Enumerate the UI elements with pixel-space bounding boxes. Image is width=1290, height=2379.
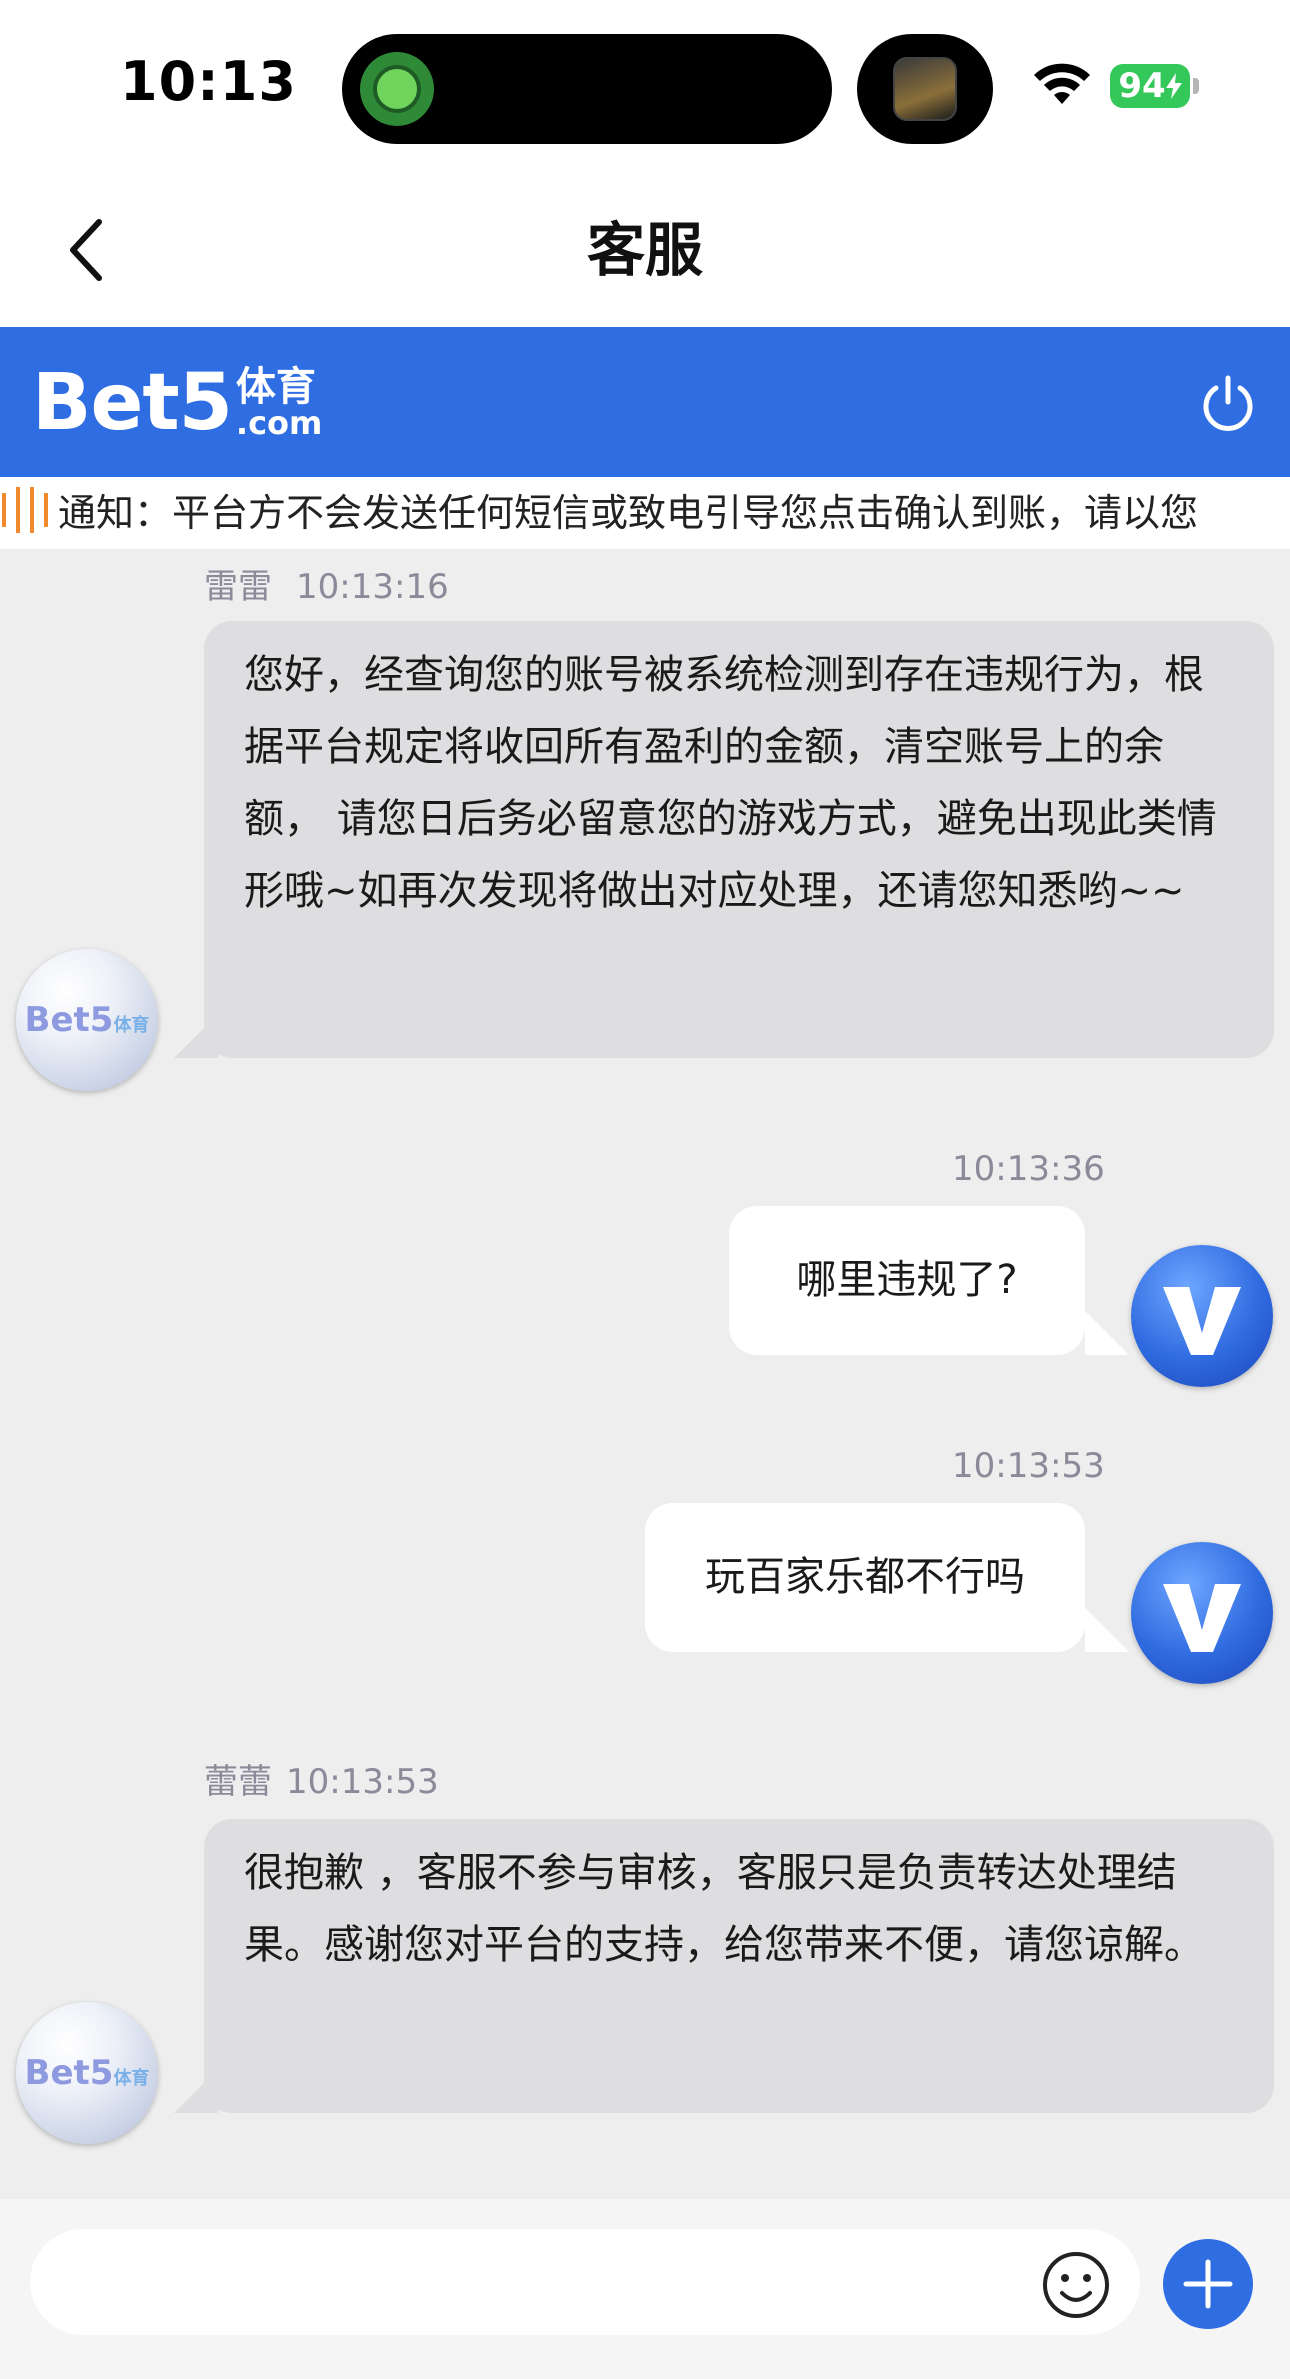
logo-main-text: Bet5	[32, 358, 233, 448]
battery-cap	[1193, 78, 1199, 94]
message-bubble-incoming: 很抱歉 ，客服不参与审核，客服只是负责转达处理结果。感谢您对平台的支持，给您带来…	[204, 1819, 1274, 2113]
page-title: 客服	[586, 216, 703, 284]
agent-avatar: Bet5体育	[16, 949, 158, 1091]
message-meta: 雷雷 10:13:16	[204, 559, 449, 608]
sender-name: 雷雷	[204, 567, 272, 607]
message-time: 10:13:53	[952, 1446, 1105, 1486]
message-text: 您好，经查询您的账号被系统检测到存在违规行为，根据平台规定将收回所有盈利的金额，…	[244, 652, 1217, 914]
nav-bar: 客服	[0, 175, 1290, 327]
notice-bars-icon	[2, 487, 48, 533]
message-time: 10:13:36	[952, 1149, 1105, 1189]
chat-area[interactable]: 雷雷 10:13:16 您好，经查询您的账号被系统检测到存在违规行为，根据平台规定…	[0, 549, 1290, 2199]
message-bubble-incoming: 您好，经查询您的账号被系统检测到存在违规行为，根据平台规定将收回所有盈利的金额，…	[204, 621, 1274, 1058]
bubble-tail	[1085, 1608, 1129, 1652]
back-button[interactable]	[40, 205, 130, 295]
battery-level: 94	[1118, 66, 1166, 106]
live-activity-icon	[360, 52, 434, 126]
logo-cn-text: 体育	[235, 364, 316, 410]
add-button[interactable]	[1163, 2239, 1253, 2329]
input-bar	[0, 2199, 1290, 2379]
status-bar: 10:13 94	[0, 0, 1290, 175]
message-text: 哪里违规了?	[796, 1257, 1018, 1303]
avatar-logo-cn: 体育	[113, 1015, 150, 1036]
v-letter-icon	[1163, 1287, 1241, 1355]
wifi-icon	[1034, 63, 1090, 104]
user-avatar	[1131, 1542, 1273, 1684]
message-time: 10:13:53	[286, 1762, 439, 1802]
brand-logo: Bet5 体育 .com	[32, 358, 323, 448]
dynamic-island	[342, 34, 832, 144]
message-meta: 蕾蕾 10:13:53	[204, 1754, 439, 1803]
logo-domain-text: .com	[235, 404, 323, 442]
sender-name: 蕾蕾	[204, 1762, 272, 1802]
bubble-tail	[174, 1014, 218, 1058]
user-avatar	[1131, 1245, 1273, 1387]
now-playing-icon	[857, 34, 993, 144]
smiley-icon[interactable]	[1040, 2249, 1112, 2321]
bubble-tail	[174, 2069, 218, 2113]
battery-indicator: 94	[1110, 64, 1190, 108]
chevron-left-icon	[70, 219, 102, 281]
avatar-logo-text: Bet5	[24, 1000, 114, 1040]
plus-icon	[1183, 2259, 1233, 2309]
charging-bolt-icon	[1165, 73, 1182, 99]
brand-header: Bet5 体育 .com	[0, 327, 1290, 477]
avatar-logo-text: Bet5	[24, 2053, 114, 2093]
message-bubble-outgoing: 玩百家乐都不行吗	[645, 1503, 1085, 1652]
power-icon[interactable]	[1196, 372, 1260, 436]
message-time: 10:13:16	[296, 567, 449, 607]
message-text: 玩百家乐都不行吗	[705, 1554, 1025, 1600]
message-text: 很抱歉 ，客服不参与审核，客服只是负责转达处理结果。感谢您对平台的支持，给您带来…	[244, 1850, 1204, 1968]
avatar-logo-cn: 体育	[113, 2068, 150, 2089]
v-letter-icon	[1163, 1584, 1241, 1652]
notice-text: 通知：平台方不会发送任何短信或致电引导您点击确认到账，请以您	[58, 491, 1199, 535]
message-input[interactable]	[30, 2229, 1140, 2335]
message-bubble-outgoing: 哪里违规了?	[729, 1206, 1085, 1355]
agent-avatar: Bet5体育	[16, 2002, 158, 2144]
notice-bar: 通知：平台方不会发送任何短信或致电引导您点击确认到账，请以您	[0, 477, 1290, 549]
bubble-tail	[1085, 1311, 1129, 1355]
status-time: 10:13	[120, 50, 297, 113]
